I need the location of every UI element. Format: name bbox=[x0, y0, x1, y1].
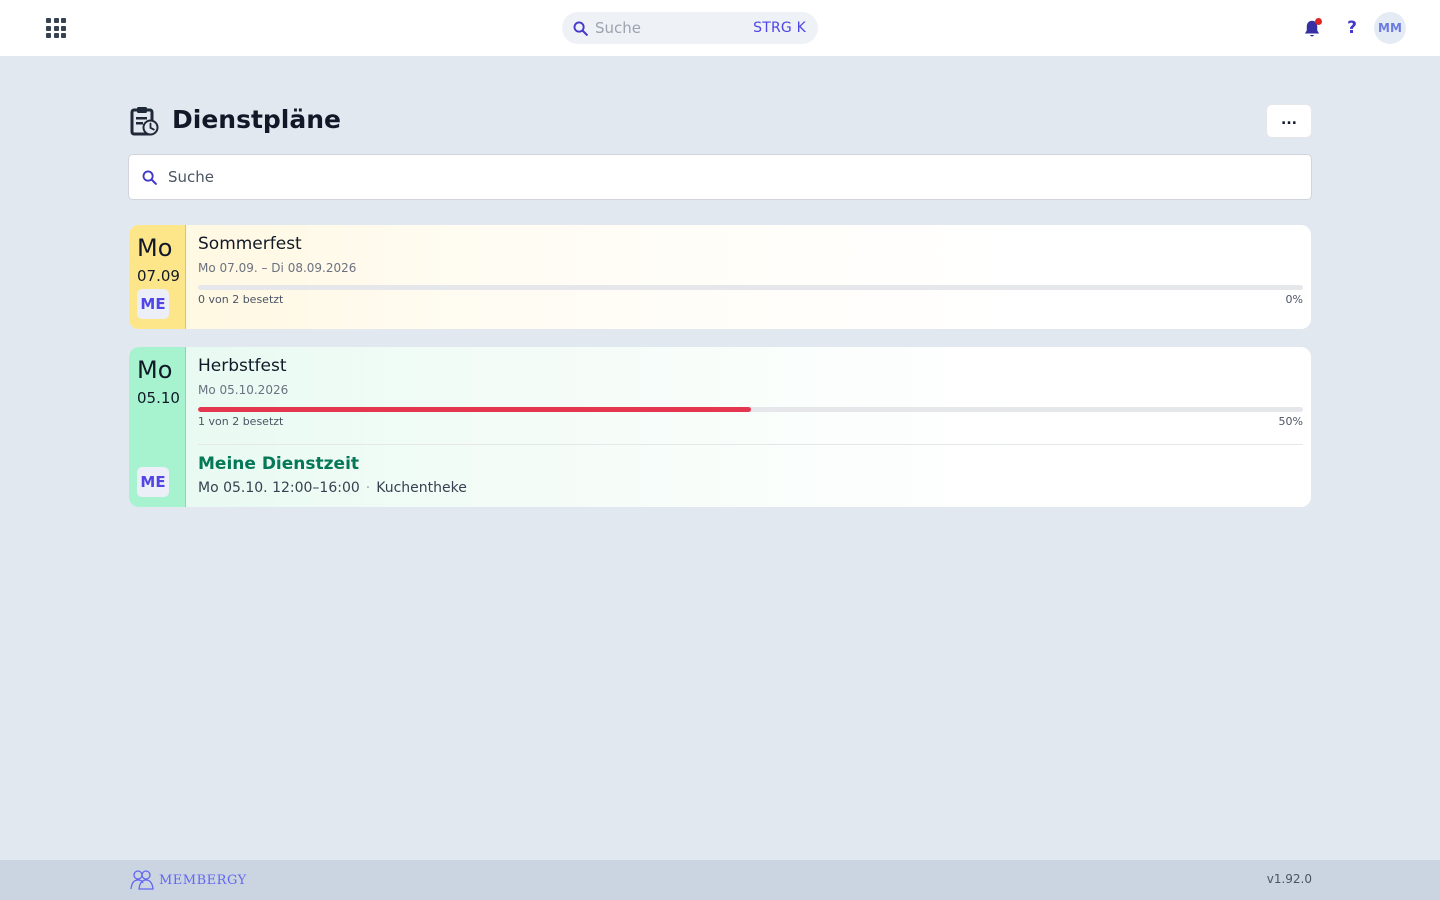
search-icon bbox=[573, 21, 588, 36]
plan-day-month: 07.09 bbox=[137, 267, 180, 285]
footer: MEMBERGY v1.92.0 bbox=[0, 860, 1440, 900]
apps-grid-icon[interactable] bbox=[44, 16, 68, 40]
more-options-button[interactable]: ... bbox=[1266, 104, 1312, 138]
search-icon bbox=[142, 170, 157, 185]
clipboard-clock-icon bbox=[130, 105, 160, 137]
occupancy-text: 0 von 2 besetzt bbox=[198, 293, 284, 306]
my-shift-location: Kuchentheke bbox=[376, 480, 467, 496]
plan-card-sommerfest[interactable]: Mo 07.09 ME Sommerfest Mo 07.09. – Di 08… bbox=[129, 225, 1311, 329]
brand-logo[interactable]: MEMBERGY bbox=[129, 869, 247, 891]
plan-date-column: Mo 05.10 ME bbox=[129, 347, 186, 507]
plan-date-range: Mo 05.10.2026 bbox=[198, 383, 289, 397]
occupancy-text: 1 von 2 besetzt bbox=[198, 415, 284, 428]
plan-date-range: Mo 07.09. – Di 08.09.2026 bbox=[198, 261, 357, 275]
notification-dot bbox=[1315, 18, 1322, 25]
my-shift-details: Mo 05.10. 12:00–16:00 · Kuchentheke bbox=[198, 479, 467, 497]
card-divider bbox=[198, 444, 1303, 445]
plan-title: Sommerfest bbox=[198, 234, 302, 254]
help-button[interactable]: ? bbox=[1344, 16, 1360, 40]
occupancy-percent: 0% bbox=[1285, 293, 1303, 306]
top-bar: Suche STRG K ? MM bbox=[0, 0, 1440, 56]
plan-weekday: Mo bbox=[137, 234, 173, 262]
global-search-input[interactable]: Suche STRG K bbox=[562, 12, 818, 44]
plan-card-herbstfest[interactable]: Mo 05.10 ME Herbstfest Mo 05.10.2026 1 v… bbox=[129, 347, 1311, 507]
plan-date-column: Mo 07.09 ME bbox=[129, 225, 186, 329]
my-shift-heading: Meine Dienstzeit bbox=[198, 454, 360, 474]
my-shift-time: Mo 05.10. 12:00–16:00 bbox=[198, 480, 360, 496]
plan-weekday: Mo bbox=[137, 356, 173, 384]
app-version: v1.92.0 bbox=[1266, 872, 1312, 886]
plan-search-input[interactable]: Suche bbox=[128, 154, 1312, 200]
member-badge: ME bbox=[137, 289, 169, 319]
separator-dot: · bbox=[365, 480, 371, 496]
occupancy-percent: 50% bbox=[1278, 415, 1303, 428]
plan-search-placeholder: Suche bbox=[168, 168, 215, 186]
occupancy-progress-fill bbox=[198, 407, 751, 412]
occupancy-progress-bar bbox=[198, 285, 1303, 290]
user-avatar[interactable]: MM bbox=[1374, 12, 1406, 44]
notifications-bell-icon[interactable] bbox=[1302, 18, 1322, 38]
global-search-placeholder: Suche bbox=[595, 19, 642, 37]
occupancy-progress-bar bbox=[198, 407, 1303, 412]
brand-name: MEMBERGY bbox=[159, 872, 247, 888]
plan-day-month: 05.10 bbox=[137, 389, 180, 407]
member-badge: ME bbox=[137, 467, 169, 497]
page-title: Dienstpläne bbox=[172, 105, 341, 134]
plan-title: Herbstfest bbox=[198, 356, 287, 376]
search-shortcut-hint: STRG K bbox=[753, 20, 806, 36]
members-logo-icon bbox=[130, 870, 154, 890]
